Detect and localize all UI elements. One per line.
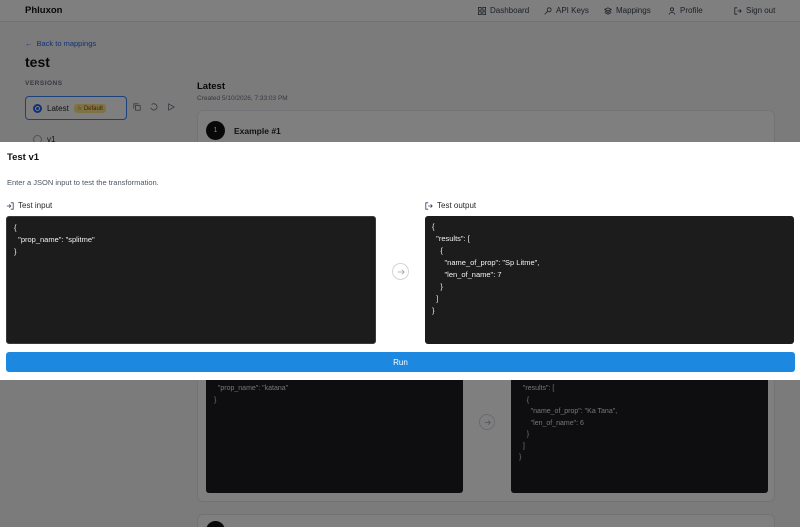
- test-dialog: Test v1 Enter a JSON input to test the t…: [0, 142, 800, 380]
- test-output-label: Test output: [425, 201, 476, 210]
- test-output-code: { "results": [ { "name_of_prop": "Sp Lit…: [425, 216, 794, 344]
- run-button[interactable]: Run: [6, 352, 795, 372]
- dialog-description: Enter a JSON input to test the transform…: [7, 178, 159, 187]
- login-icon: [6, 201, 14, 210]
- test-input-label: Test input: [6, 201, 52, 210]
- arrow-right-icon: [392, 263, 409, 280]
- test-input-label-text: Test input: [18, 201, 53, 210]
- dialog-title: Test v1: [7, 152, 40, 163]
- test-output-label-text: Test output: [437, 201, 477, 210]
- logout-icon: [425, 201, 433, 210]
- test-input-textarea[interactable]: { "prop_name": "splitme" }: [6, 216, 376, 344]
